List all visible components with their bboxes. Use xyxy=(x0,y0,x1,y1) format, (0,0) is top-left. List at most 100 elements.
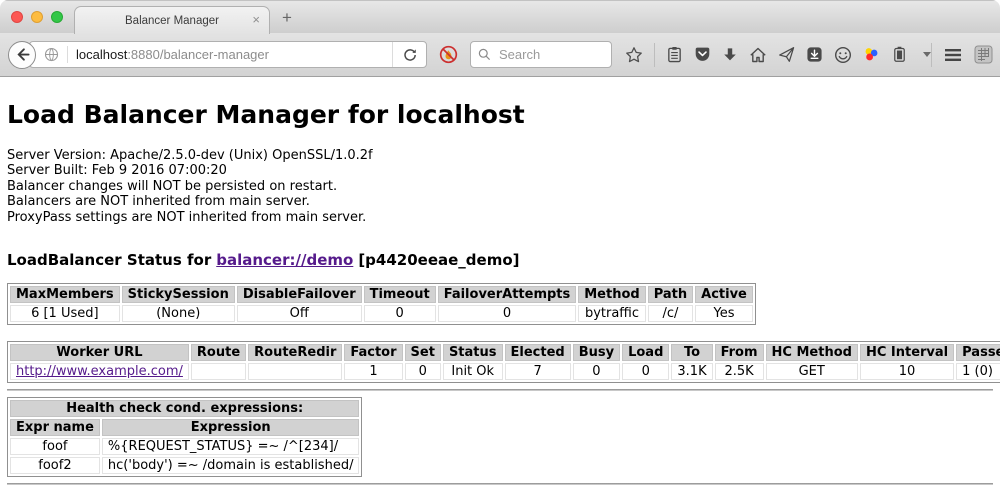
new-tab-button[interactable]: + xyxy=(282,8,292,28)
reload-icon xyxy=(403,48,417,62)
balancer-status-heading: LoadBalancer Status for balancer://demo … xyxy=(7,251,993,269)
col-timeout: Timeout xyxy=(364,286,436,303)
urlbar-divider xyxy=(67,46,68,63)
col-busy: Busy xyxy=(573,344,620,361)
reload-button[interactable] xyxy=(392,42,426,67)
section-divider xyxy=(7,389,993,391)
table-row: http://www.example.com/ 1 0 Init Ok 7 0 … xyxy=(10,363,1000,380)
url-bar[interactable]: localhost:8880/balancer-manager xyxy=(29,41,427,68)
proxypass-note-line: ProxyPass settings are NOT inherited fro… xyxy=(7,210,993,225)
col-method: Method xyxy=(578,286,645,303)
col-expression: Expression xyxy=(102,419,360,436)
col-path: Path xyxy=(648,286,693,303)
cell-expr-name: foof2 xyxy=(10,457,100,474)
battery-extension-icon[interactable] xyxy=(891,46,908,63)
cell-stickysession: (None) xyxy=(122,305,235,322)
table-row: foof %{REQUEST_STATUS} =~ /^[234]/ xyxy=(10,438,359,455)
cell-expr-name: foof xyxy=(10,438,100,455)
video-download-icon[interactable] xyxy=(806,46,823,63)
cell-routeredir xyxy=(248,363,342,380)
table-header-row: Expr name Expression xyxy=(10,419,359,436)
cell-status: Init Ok xyxy=(443,363,503,380)
toolbar-buttons xyxy=(625,43,931,67)
table-title-row: Health check cond. expressions: xyxy=(10,400,359,417)
col-maxmembers: MaxMembers xyxy=(10,286,120,303)
cell-load: 0 xyxy=(622,363,669,380)
persist-note-line: Balancer changes will NOT be persisted o… xyxy=(7,179,993,194)
col-from: From xyxy=(715,344,764,361)
url-path: :8880/balancer-manager xyxy=(127,47,269,62)
cell-busy: 0 xyxy=(573,363,620,380)
colored-dots-extension-icon[interactable] xyxy=(863,46,880,63)
chat-smiley-icon[interactable] xyxy=(834,46,852,64)
col-routeredir: RouteRedir xyxy=(248,344,342,361)
cell-disablefailover: Off xyxy=(237,305,362,322)
cell-set: 0 xyxy=(405,363,441,380)
cell-path: /c/ xyxy=(648,305,693,322)
balancer-demo-link[interactable]: balancer://demo xyxy=(216,251,353,269)
blocked-plugin-icon xyxy=(439,45,458,64)
server-built-line: Server Built: Feb 9 2016 07:00:20 xyxy=(7,163,993,178)
toolbar-right-cluster xyxy=(931,43,993,67)
cell-from: 2.5K xyxy=(715,363,764,380)
col-stickysession: StickySession xyxy=(122,286,235,303)
page-title: Load Balancer Manager for localhost xyxy=(7,100,993,129)
search-bar[interactable] xyxy=(470,41,612,68)
cell-expression: hc('body') =~ /domain is established/ xyxy=(102,457,360,474)
back-arrow-icon xyxy=(15,47,30,62)
sidebar-grid-icon[interactable] xyxy=(974,45,993,64)
bookmarks-clipboard-icon[interactable] xyxy=(666,46,683,63)
titlebar: Balancer Manager × + xyxy=(0,0,1000,33)
menu-hamburger-icon[interactable] xyxy=(944,48,962,62)
navigation-toolbar: localhost:8880/balancer-manager xyxy=(0,33,1000,77)
close-window-button[interactable] xyxy=(11,11,23,23)
col-passes: Passes xyxy=(956,344,1000,361)
downloads-icon[interactable] xyxy=(722,47,738,63)
col-hc-interval: HC Interval xyxy=(860,344,954,361)
cell-passes: 1 (0) xyxy=(956,363,1000,380)
cell-maxmembers: 6 [1 Used] xyxy=(10,305,120,322)
content-blocked-button[interactable] xyxy=(439,45,458,64)
status-heading-prefix: LoadBalancer Status for xyxy=(7,251,211,269)
health-table-title: Health check cond. expressions: xyxy=(10,400,359,417)
worker-url-link[interactable]: http://www.example.com/ xyxy=(16,364,183,379)
bookmark-star-icon[interactable] xyxy=(625,46,643,64)
toolbar-divider xyxy=(931,43,932,67)
globe-icon xyxy=(44,47,59,62)
table-row: foof2 hc('body') =~ /domain is establish… xyxy=(10,457,359,474)
col-expr-name: Expr name xyxy=(10,419,100,436)
cell-expression: %{REQUEST_STATUS} =~ /^[234]/ xyxy=(102,438,360,455)
home-icon[interactable] xyxy=(749,46,767,64)
toolbar-divider xyxy=(654,43,655,67)
url-text[interactable]: localhost:8880/balancer-manager xyxy=(76,47,392,62)
cell-hc-method: GET xyxy=(766,363,858,380)
tab-balancer-manager[interactable]: Balancer Manager × xyxy=(74,6,270,34)
minimize-window-button[interactable] xyxy=(31,11,43,23)
col-set: Set xyxy=(405,344,441,361)
col-status: Status xyxy=(443,344,503,361)
col-load: Load xyxy=(622,344,669,361)
col-to: To xyxy=(671,344,712,361)
col-worker-url: Worker URL xyxy=(10,344,189,361)
cell-elected: 7 xyxy=(505,363,571,380)
worker-status-table: Worker URL Route RouteRedir Factor Set S… xyxy=(7,341,1000,383)
cell-active: Yes xyxy=(695,305,753,322)
table-row: 6 [1 Used] (None) Off 0 0 bytraffic /c/ … xyxy=(10,305,753,322)
col-route: Route xyxy=(191,344,246,361)
back-button[interactable] xyxy=(8,41,36,69)
balancer-settings-table: MaxMembers StickySession DisableFailover… xyxy=(7,283,756,325)
server-version-line: Server Version: Apache/2.5.0-dev (Unix) … xyxy=(7,148,993,163)
zoom-window-button[interactable] xyxy=(51,11,63,23)
cell-to: 3.1K xyxy=(671,363,712,380)
col-active: Active xyxy=(695,286,753,303)
tab-close-icon[interactable]: × xyxy=(252,13,260,26)
pocket-icon[interactable] xyxy=(694,46,711,63)
search-icon xyxy=(478,48,491,61)
chevron-down-icon[interactable] xyxy=(923,52,931,57)
page-bottom-divider xyxy=(7,483,993,485)
col-factor: Factor xyxy=(344,344,402,361)
inherit-note-line: Balancers are NOT inherited from main se… xyxy=(7,194,993,209)
send-paper-plane-icon[interactable] xyxy=(778,46,795,63)
search-input[interactable] xyxy=(497,46,604,63)
col-disablefailover: DisableFailover xyxy=(237,286,362,303)
